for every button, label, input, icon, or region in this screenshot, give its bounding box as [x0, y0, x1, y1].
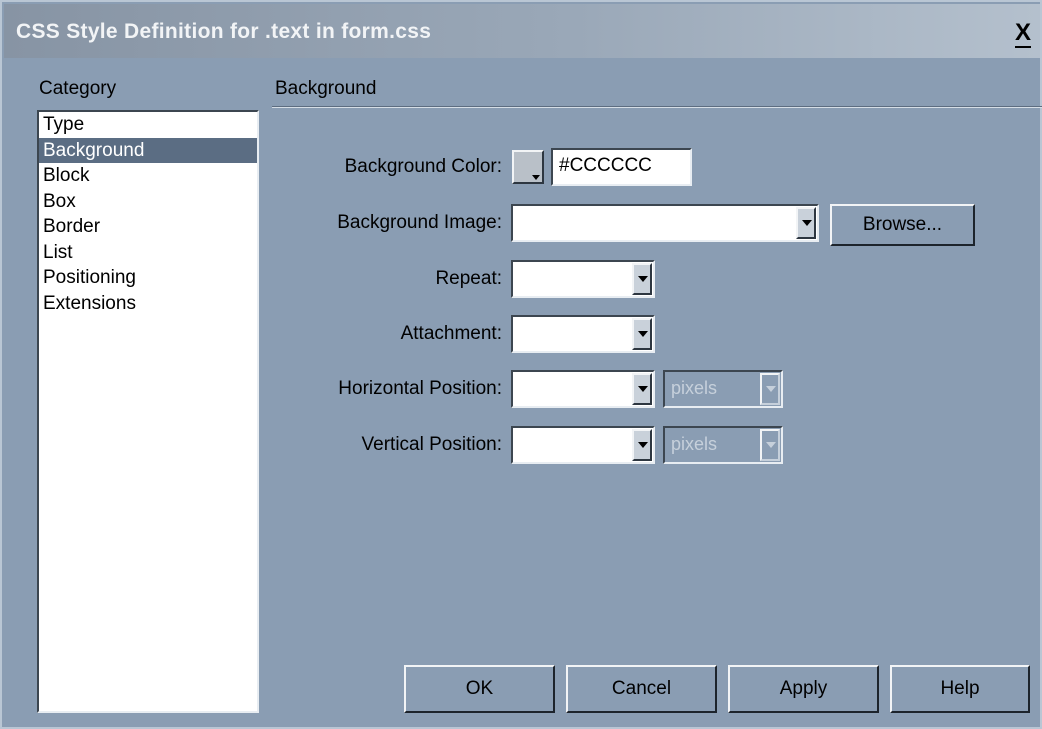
bg-image-label: Background Image: [337, 212, 502, 233]
horizontal-unit-select: pixels [663, 370, 783, 408]
help-button[interactable]: Help [890, 665, 1030, 713]
category-header: Category [39, 78, 117, 99]
css-style-definition-dialog: CSS Style Definition for .text in form.c… [0, 0, 1042, 729]
repeat-dropdown-arrow[interactable] [632, 263, 652, 295]
category-item-type[interactable]: Type [39, 112, 257, 138]
ok-button[interactable]: OK [404, 665, 555, 713]
category-item-extensions[interactable]: Extensions [39, 291, 257, 317]
category-item-background[interactable]: Background [39, 137, 257, 163]
window-title: CSS Style Definition for .text in form.c… [16, 20, 432, 43]
repeat-label: Repeat: [435, 268, 502, 289]
close-button[interactable]: X [1010, 19, 1036, 48]
chevron-down-icon [532, 175, 540, 180]
bg-image-dropdown-arrow[interactable] [796, 207, 816, 239]
horizontal-position-select[interactable] [511, 370, 655, 408]
category-item-border[interactable]: Border [39, 214, 257, 240]
horizontal-unit-value: pixels [671, 378, 718, 398]
title-bar[interactable]: CSS Style Definition for .text in form.c… [4, 4, 1040, 58]
category-item-list[interactable]: List [39, 240, 257, 266]
bg-color-input[interactable]: #CCCCCC [551, 148, 692, 186]
section-divider [272, 106, 1042, 108]
bg-color-label: Background Color: [344, 156, 502, 177]
category-item-positioning[interactable]: Positioning [39, 265, 257, 291]
vertical-unit-value: pixels [671, 434, 718, 454]
apply-button[interactable]: Apply [728, 665, 879, 713]
bg-image-combo[interactable] [511, 204, 819, 242]
attachment-select[interactable] [511, 315, 655, 353]
horizontal-position-dropdown-arrow[interactable] [632, 373, 652, 405]
category-list[interactable]: Type Background Block Box Border List Po… [37, 110, 259, 713]
vertical-position-dropdown-arrow[interactable] [632, 429, 652, 461]
browse-button[interactable]: Browse... [830, 204, 975, 246]
horizontal-position-label: Horizontal Position: [338, 378, 502, 399]
repeat-select[interactable] [511, 260, 655, 298]
attachment-label: Attachment: [400, 323, 502, 344]
category-item-box[interactable]: Box [39, 189, 257, 215]
section-title: Background [275, 78, 377, 99]
close-icon: X [1014, 19, 1031, 48]
category-item-block[interactable]: Block [39, 163, 257, 189]
vertical-position-select[interactable] [511, 426, 655, 464]
horizontal-unit-dropdown-arrow [760, 373, 780, 405]
vertical-position-label: Vertical Position: [361, 434, 502, 455]
cancel-button[interactable]: Cancel [566, 665, 717, 713]
vertical-unit-select: pixels [663, 426, 783, 464]
attachment-dropdown-arrow[interactable] [632, 318, 652, 350]
vertical-unit-dropdown-arrow [760, 429, 780, 461]
color-swatch-button[interactable] [512, 150, 544, 184]
